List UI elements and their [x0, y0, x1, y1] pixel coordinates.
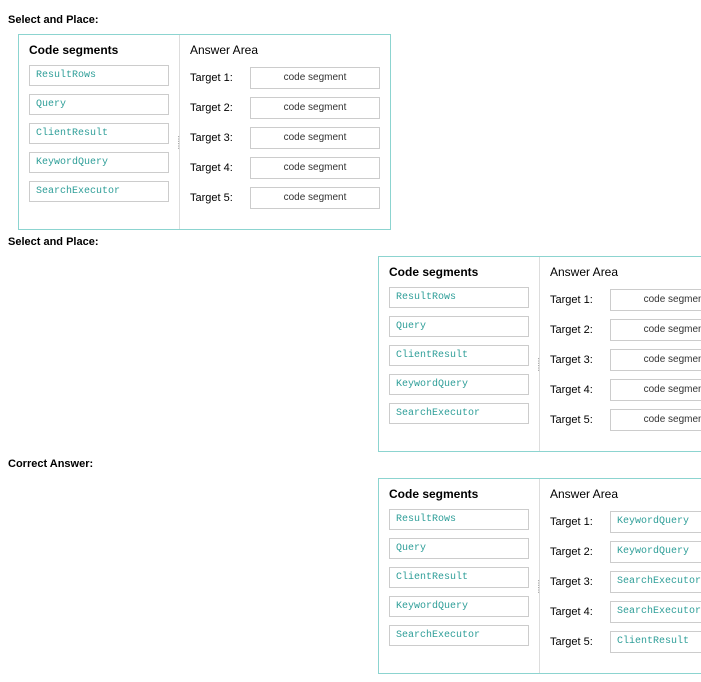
code-segment-item[interactable]: ClientResult [389, 345, 529, 366]
divider-grip-icon: ······ [537, 357, 540, 371]
code-segment-item[interactable]: SearchExecutor [389, 403, 529, 424]
code-segment-item[interactable]: ResultRows [389, 287, 529, 308]
code-segment-item[interactable]: ClientResult [389, 567, 529, 588]
drop-target[interactable]: code segment [250, 67, 380, 89]
code-segments-title: Code segments [29, 43, 169, 57]
target-label: Target 3: [190, 132, 250, 144]
target-row: Target 5:ClientResult [550, 631, 701, 653]
code-segment-item[interactable]: ResultRows [389, 509, 529, 530]
drop-target[interactable]: code segment [250, 127, 380, 149]
code-segment-item[interactable]: SearchExecutor [389, 625, 529, 646]
target-row: Target 3:code segment [190, 127, 380, 149]
target-label: Target 3: [550, 576, 610, 588]
target-row: Target 2:KeywordQuery [550, 541, 701, 563]
target-label: Target 1: [550, 516, 610, 528]
drag-drop-panel: Code segments ResultRows Query ClientResult… [378, 478, 701, 674]
drop-target[interactable]: code segment [610, 409, 701, 431]
select-and-place-label: Select and Place: [8, 236, 693, 248]
drop-target[interactable]: KeywordQuery [610, 511, 701, 533]
drop-target[interactable]: SearchExecutor [610, 571, 701, 593]
code-segment-item[interactable]: Query [29, 94, 169, 115]
drop-target[interactable]: code segment [250, 157, 380, 179]
target-row: Target 5:code segment [190, 187, 380, 209]
code-segment-item[interactable]: ClientResult [29, 123, 169, 144]
target-label: Target 1: [550, 294, 610, 306]
answer-area-column: Answer AreaTarget 1:code segmentTarget 2… [180, 35, 390, 229]
answer-area-column: Answer AreaTarget 1:code segmentTarget 2… [540, 257, 701, 451]
answer-area-title: Answer Area [550, 487, 701, 501]
target-row: Target 4:code segment [550, 379, 701, 401]
target-row: Target 2:code segment [190, 97, 380, 119]
target-label: Target 3: [550, 354, 610, 366]
code-segment-item[interactable]: ResultRows [29, 65, 169, 86]
target-label: Target 2: [550, 546, 610, 558]
target-row: Target 1:code segment [190, 67, 380, 89]
target-label: Target 4: [550, 606, 610, 618]
drag-drop-panel: Code segments ResultRows Query ClientResult… [378, 256, 701, 452]
code-segments-title: Code segments [389, 265, 529, 279]
target-row: Target 1:code segment [550, 289, 701, 311]
code-segment-item[interactable]: Query [389, 316, 529, 337]
divider-grip-icon: ······ [177, 135, 180, 149]
target-label: Target 5: [550, 636, 610, 648]
target-label: Target 5: [550, 414, 610, 426]
select-and-place-label: Select and Place: [8, 14, 693, 26]
target-row: Target 2:code segment [550, 319, 701, 341]
target-label: Target 1: [190, 72, 250, 84]
answer-area-column: Answer AreaTarget 1:KeywordQueryTarget 2… [540, 479, 701, 673]
target-row: Target 1:KeywordQuery [550, 511, 701, 533]
drop-target[interactable]: KeywordQuery [610, 541, 701, 563]
answer-area-title: Answer Area [190, 43, 380, 57]
divider-grip-icon: ······ [537, 579, 540, 593]
code-segment-item[interactable]: KeywordQuery [389, 596, 529, 617]
target-label: Target 5: [190, 192, 250, 204]
drop-target[interactable]: code segment [610, 289, 701, 311]
code-segment-item[interactable]: SearchExecutor [29, 181, 169, 202]
target-label: Target 2: [190, 102, 250, 114]
target-label: Target 2: [550, 324, 610, 336]
target-row: Target 4:code segment [190, 157, 380, 179]
code-segments-title: Code segments [389, 487, 529, 501]
code-segments-column: Code segments ResultRows Query ClientResult… [379, 257, 540, 451]
target-row: Target 3:code segment [550, 349, 701, 371]
target-row: Target 4:SearchExecutor [550, 601, 701, 623]
code-segment-item[interactable]: Query [389, 538, 529, 559]
target-row: Target 5:code segment [550, 409, 701, 431]
code-segments-column: Code segments ResultRows Query ClientResult… [19, 35, 180, 229]
drop-target[interactable]: code segment [250, 187, 380, 209]
drop-target[interactable]: ClientResult [610, 631, 701, 653]
drop-target[interactable]: code segment [610, 379, 701, 401]
code-segments-column: Code segments ResultRows Query ClientResult… [379, 479, 540, 673]
answer-area-title: Answer Area [550, 265, 701, 279]
correct-answer-label: Correct Answer: [8, 458, 693, 470]
target-label: Target 4: [550, 384, 610, 396]
target-label: Target 4: [190, 162, 250, 174]
drag-drop-panel: Code segments ResultRows Query ClientResult… [18, 34, 391, 230]
target-row: Target 3:SearchExecutor [550, 571, 701, 593]
drop-target[interactable]: code segment [610, 349, 701, 371]
drop-target[interactable]: code segment [250, 97, 380, 119]
code-segment-item[interactable]: KeywordQuery [29, 152, 169, 173]
code-segment-item[interactable]: KeywordQuery [389, 374, 529, 395]
drop-target[interactable]: SearchExecutor [610, 601, 701, 623]
drop-target[interactable]: code segment [610, 319, 701, 341]
